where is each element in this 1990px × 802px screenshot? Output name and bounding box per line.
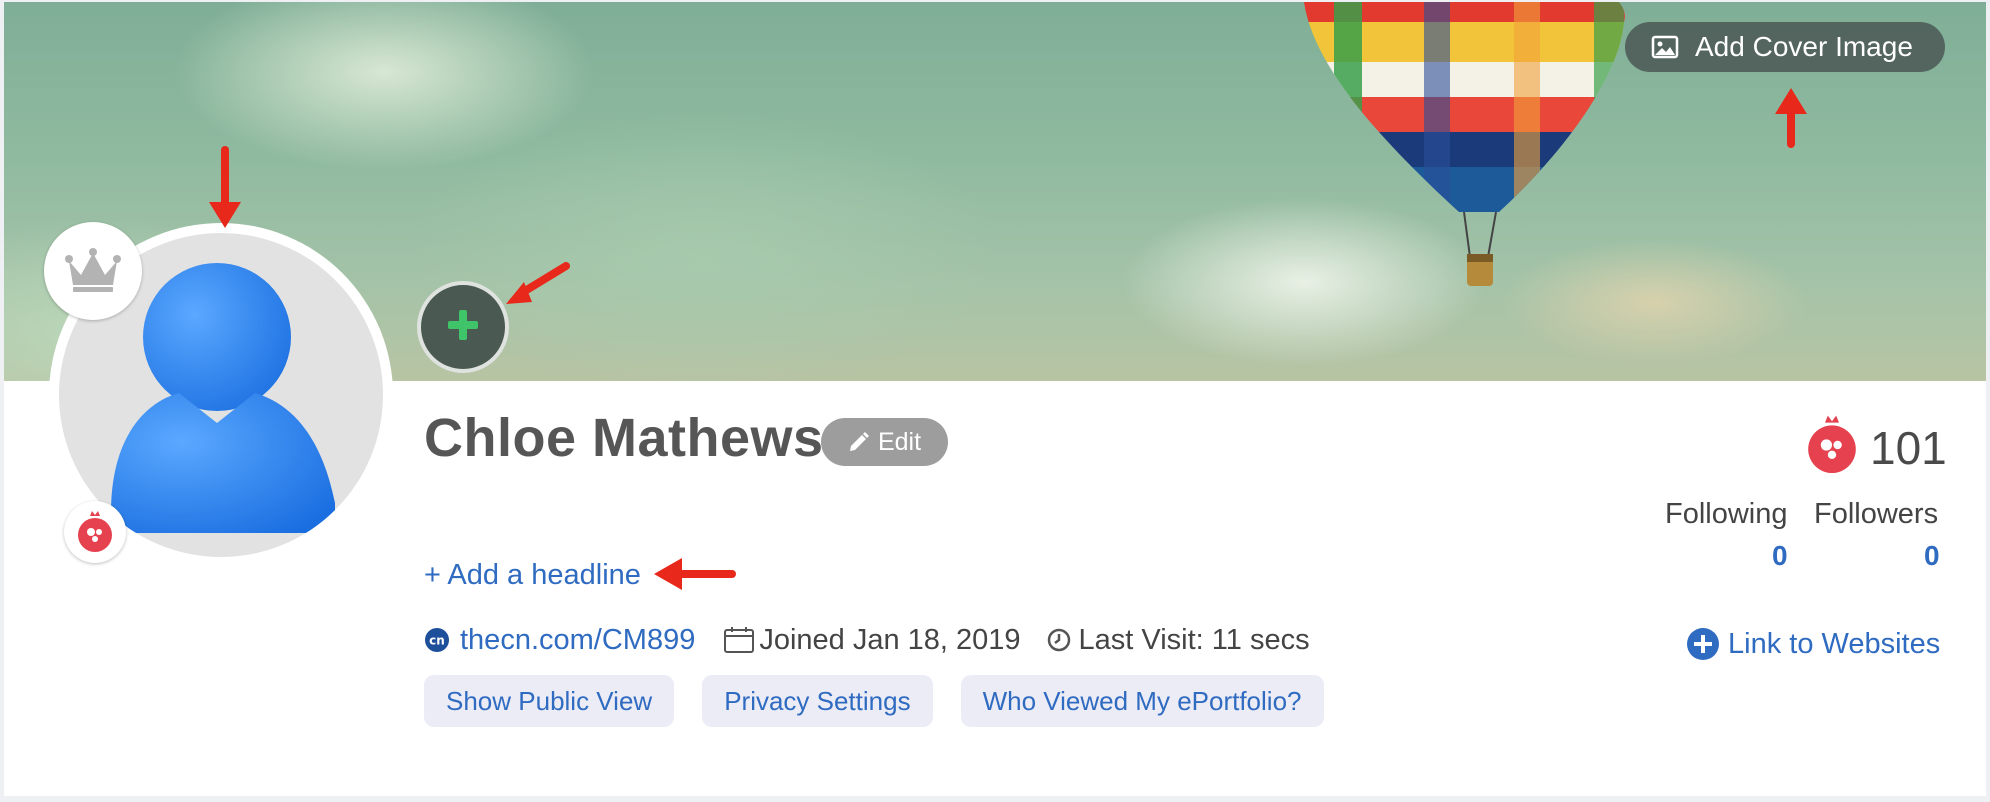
plus-icon — [445, 307, 481, 348]
joined-date: Joined Jan 18, 2019 — [759, 623, 1021, 656]
plus-circle-icon — [1686, 627, 1720, 661]
profile-meta: cn thecn.com/CM899 Joined Jan 18, 2019 L… — [424, 620, 1310, 660]
crown-icon — [44, 222, 142, 320]
add-headline-link[interactable]: + Add a headline — [424, 559, 641, 592]
calendar-icon — [723, 626, 755, 654]
edit-label: Edit — [877, 427, 922, 456]
show-public-view-button[interactable]: Show Public View — [424, 675, 675, 727]
who-viewed-button[interactable]: Who Viewed My ePortfolio? — [960, 675, 1324, 727]
link-to-websites-label: Link to Websites — [1728, 627, 1941, 660]
points-display: 101 — [1804, 414, 1947, 481]
profile-name: Chloe Mathews — [424, 408, 824, 468]
pomegranate-icon — [1804, 414, 1860, 481]
followers-label: Followers — [1814, 498, 1939, 530]
points-value: 101 — [1870, 421, 1947, 474]
pencil-icon — [848, 431, 870, 453]
profile-actions: Show Public View Privacy Settings Who Vi… — [424, 675, 1324, 727]
pomegranate-icon — [64, 501, 126, 563]
profile-url-link[interactable]: thecn.com/CM899 — [460, 624, 695, 657]
following-label: Following — [1665, 498, 1788, 530]
edit-name-button[interactable]: Edit — [821, 418, 948, 466]
annotation-arrow — [654, 558, 736, 590]
cn-logo-icon: cn — [424, 627, 450, 653]
following-count[interactable]: 0 — [1772, 540, 1788, 572]
add-cover-image-label: Add Cover Image — [1695, 31, 1913, 62]
add-cover-image-button[interactable]: Add Cover Image — [1625, 22, 1945, 72]
privacy-settings-button[interactable]: Privacy Settings — [702, 675, 933, 727]
last-visit: Last Visit: 11 secs — [1078, 623, 1310, 656]
image-icon — [1651, 35, 1679, 59]
add-photo-button[interactable] — [417, 281, 509, 373]
clock-icon — [1047, 628, 1071, 652]
svg-text:cn: cn — [429, 634, 445, 648]
followers-count[interactable]: 0 — [1924, 540, 1940, 572]
profile-card: Add Cover Image Chloe Mathews Edit + Add… — [4, 2, 1986, 796]
balloon-illustration — [1303, 2, 1625, 286]
link-to-websites-button[interactable]: Link to Websites — [1686, 627, 1940, 661]
